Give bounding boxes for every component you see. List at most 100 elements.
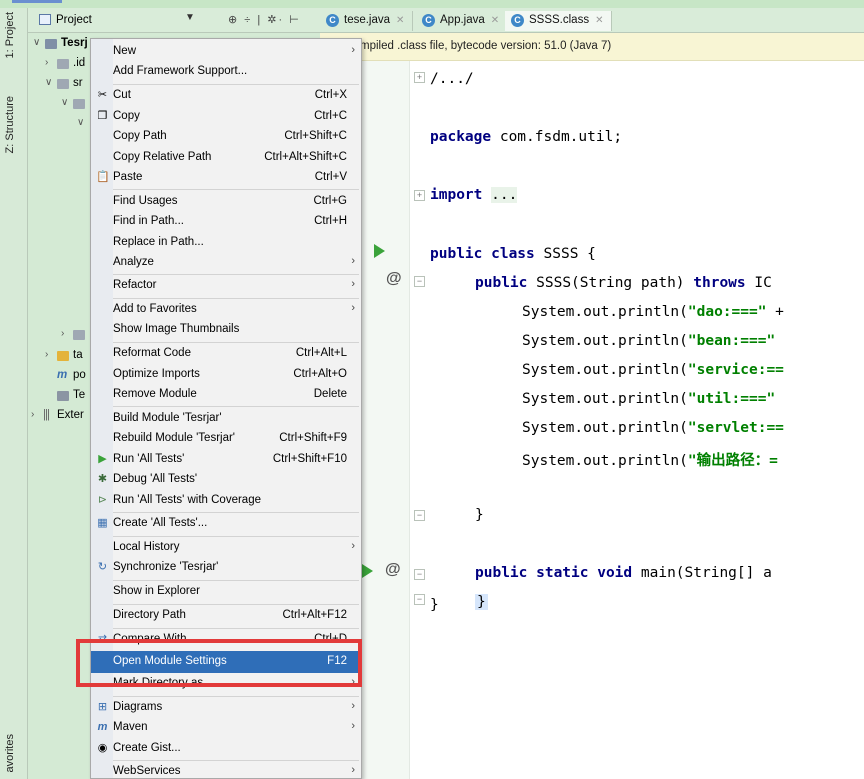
maven-icon: m <box>57 369 68 381</box>
tab-label: SSSS.class <box>529 14 590 26</box>
tab-tese-java[interactable]: C tese.java ✕ <box>320 11 414 31</box>
menu-item-label: Diagrams <box>113 701 163 713</box>
menu-item-synchronize[interactable]: ↻ Synchronize 'Tesrjar' <box>91 557 361 579</box>
menu-item-new[interactable]: New › <box>91 41 361 63</box>
menu-item-optimize-imports[interactable]: Optimize Imports Ctrl+Alt+O <box>91 364 361 386</box>
fold-end-icon[interactable]: − <box>414 594 425 605</box>
menu-item-copy-path[interactable]: Copy Path Ctrl+Shift+C <box>91 126 361 148</box>
code-line: System.out.println("dao:===" + <box>522 304 784 320</box>
menu-item-remove-module[interactable]: Remove Module Delete <box>91 384 361 406</box>
banner-text: mpiled .class file, bytecode version: 51… <box>360 40 612 52</box>
menu-item-shortcut: Ctrl+Alt+L <box>295 347 347 359</box>
fold-end-icon[interactable]: − <box>414 510 425 521</box>
java-class-icon: C <box>511 14 524 27</box>
run-main-icon[interactable] <box>362 564 373 578</box>
menu-item-debug-all-tests[interactable]: ✱ Debug 'All Tests' <box>91 469 361 491</box>
coverage-icon: ⊳ <box>97 494 108 506</box>
panel-toolbar-icons[interactable]: ⊕ ÷ | ✲· ⊢ <box>228 13 301 26</box>
code-text: main(String[] a <box>640 565 772 581</box>
chevron-right-icon[interactable]: › <box>61 328 64 339</box>
project-panel-header: Project ▼ ⊕ ÷ | ✲· ⊢ <box>28 8 320 33</box>
menu-item-reformat-code[interactable]: Reformat Code Ctrl+Alt+L <box>91 343 361 365</box>
java-class-icon: C <box>422 14 435 27</box>
fold-expand-icon[interactable]: + <box>414 72 425 83</box>
menu-item-analyze[interactable]: Analyze › <box>91 252 361 274</box>
menu-item-label: New <box>113 45 137 57</box>
submenu-arrow-icon: › <box>351 720 355 732</box>
menu-item-label: Reformat Code <box>113 347 191 359</box>
fold-expand-icon[interactable]: + <box>414 190 425 201</box>
menu-item-run-all-tests[interactable]: ▶ Run 'All Tests' Ctrl+Shift+F10 <box>91 449 361 471</box>
menu-item-show-in-explorer[interactable]: Show in Explorer <box>91 581 361 603</box>
menu-item-find-usages[interactable]: Find Usages Ctrl+G <box>91 191 361 213</box>
menu-item-find-in-path[interactable]: Find in Path... Ctrl+H <box>91 211 361 233</box>
menu-item-label: Debug 'All Tests' <box>113 473 198 485</box>
menu-item-add-framework-support[interactable]: Add Framework Support... <box>91 61 361 83</box>
run-icon: ▶ <box>98 453 107 465</box>
code-text: SSSS { <box>543 246 596 262</box>
menu-item-label: Build Module 'Tesrjar' <box>113 412 222 424</box>
menu-item-diagrams[interactable]: ⊞ Diagrams › <box>91 697 361 719</box>
chevron-right-icon[interactable]: › <box>45 57 48 68</box>
code-line: System.out.println("servlet:== <box>522 420 784 436</box>
tree-item-label: ta <box>73 349 83 361</box>
project-panel-title[interactable]: Project <box>56 14 92 26</box>
code-line: } <box>475 507 484 523</box>
menu-item-rebuild-module[interactable]: Rebuild Module 'Tesrjar' Ctrl+Shift+F9 <box>91 428 361 450</box>
string-literal: "bean:===" <box>687 333 776 349</box>
tab-label: App.java <box>440 14 485 26</box>
keyword: public <box>475 275 528 291</box>
menu-item-run-with-coverage[interactable]: ⊳ Run 'All Tests' with Coverage <box>91 490 361 512</box>
menu-item-refactor[interactable]: Refactor › <box>91 275 361 297</box>
close-icon[interactable]: ✕ <box>491 15 499 26</box>
window-top-strip <box>0 0 864 8</box>
code-text: com.fsdm.util; <box>499 129 623 145</box>
menu-item-shortcut: Ctrl+Alt+F12 <box>282 609 347 621</box>
maven-icon: m <box>97 721 108 733</box>
submenu-arrow-icon: › <box>351 255 355 267</box>
menu-item-shortcut: Ctrl+Shift+C <box>284 130 347 142</box>
menu-item-label: Rebuild Module 'Tesrjar' <box>113 432 236 444</box>
chevron-down-icon[interactable]: ∨ <box>61 97 68 108</box>
tool-tab-structure[interactable]: Z: Structure <box>4 96 16 153</box>
menu-item-copy-relative-path[interactable]: Copy Relative Path Ctrl+Alt+Shift+C <box>91 147 361 169</box>
create-test-icon: ▦ <box>97 517 108 529</box>
chevron-right-icon[interactable]: › <box>31 409 34 420</box>
override-icon[interactable]: @ <box>385 561 401 579</box>
tool-tab-favorites[interactable]: avorites <box>4 734 16 773</box>
chevron-down-icon[interactable]: ∨ <box>77 117 84 128</box>
menu-item-create-gist[interactable]: ◉ Create Gist... <box>91 738 361 760</box>
chevron-down-icon[interactable]: ∨ <box>45 77 52 88</box>
menu-item-replace-in-path[interactable]: Replace in Path... <box>91 232 361 254</box>
chevron-down-icon[interactable]: ▼ <box>185 12 195 23</box>
menu-item-label: Add to Favorites <box>113 303 197 315</box>
chevron-right-icon[interactable]: › <box>45 349 48 360</box>
close-icon[interactable]: ✕ <box>595 15 603 26</box>
menu-item-webservices[interactable]: WebServices › <box>91 761 361 778</box>
diagram-icon: ⊞ <box>97 701 108 713</box>
close-icon[interactable]: ✕ <box>396 15 404 26</box>
tab-ssss-class[interactable]: C SSSS.class ✕ <box>505 11 613 31</box>
folded-imports[interactable]: ... <box>491 187 518 203</box>
run-class-icon[interactable] <box>374 244 385 258</box>
menu-item-build-module[interactable]: Build Module 'Tesrjar' <box>91 408 361 430</box>
sync-icon: ↻ <box>97 561 108 573</box>
menu-item-paste[interactable]: 📋 Paste Ctrl+V <box>91 167 361 189</box>
menu-item-label: Find Usages <box>113 195 178 207</box>
menu-item-local-history[interactable]: Local History › <box>91 537 361 559</box>
fold-collapse-icon[interactable]: − <box>414 276 425 287</box>
menu-separator <box>113 406 359 407</box>
tab-app-java[interactable]: C App.java ✕ <box>416 11 509 31</box>
chevron-down-icon[interactable]: ∨ <box>33 37 40 48</box>
code-line: System.out.println("输出路径：= <box>522 453 778 469</box>
menu-item-maven[interactable]: m Maven › <box>91 717 361 739</box>
menu-item-cut[interactable]: ✂ Cut Ctrl+X <box>91 85 361 107</box>
menu-item-create-all-tests[interactable]: ▦ Create 'All Tests'... <box>91 513 361 535</box>
override-icon[interactable]: @ <box>386 270 402 288</box>
menu-item-copy[interactable]: ❐ Copy Ctrl+C <box>91 106 361 128</box>
menu-item-directory-path[interactable]: Directory Path Ctrl+Alt+F12 <box>91 605 361 627</box>
menu-item-show-image-thumbnails[interactable]: Show Image Thumbnails <box>91 319 361 341</box>
menu-item-add-to-favorites[interactable]: Add to Favorites › <box>91 299 361 321</box>
tool-tab-project[interactable]: 1: Project <box>4 12 16 58</box>
fold-collapse-icon[interactable]: − <box>414 569 425 580</box>
